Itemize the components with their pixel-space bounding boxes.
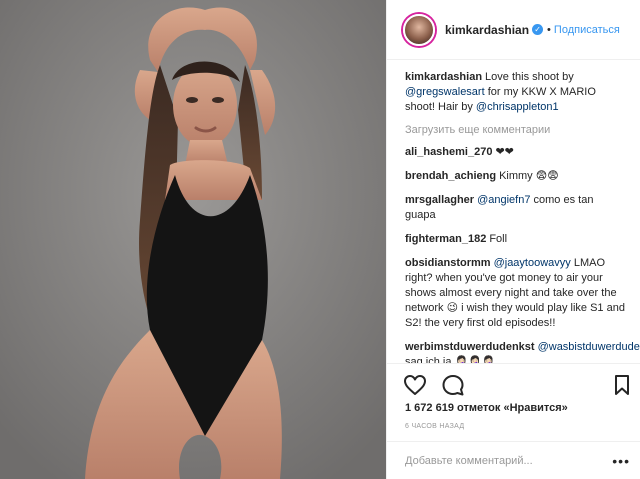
follow-button[interactable]: Подписаться (554, 24, 620, 36)
comment-item: brendah_achieng Kimmy 😨😨 (405, 169, 626, 184)
comment-username[interactable]: brendah_achieng (405, 170, 496, 182)
comment-item: werbimstduwerdudenkst@wasbistduwerdudenk… (405, 340, 640, 363)
add-comment-bar: ••• (387, 441, 640, 479)
comment-item: kimkardashian Love this shoot by @gregswa… (405, 70, 626, 115)
verified-badge-icon: ✓ (532, 24, 544, 35)
comment-username[interactable]: mrsgallagher (405, 194, 474, 206)
comment-item: mrsgallagher @angiefn7 como es tan guapa (405, 193, 626, 223)
portrait-photo (0, 0, 386, 479)
comment-username[interactable]: obsidianstormm (405, 257, 491, 269)
comment-mention-link[interactable]: @angiefn7 (477, 194, 530, 206)
avatar[interactable] (403, 13, 435, 46)
comment-username[interactable]: fighterman_182 (405, 233, 486, 245)
comment-username[interactable]: werbimstduwerdudenkst (405, 341, 535, 353)
comment-icon[interactable] (441, 373, 465, 397)
comment-mention-link[interactable]: @jaaytoowavyy (494, 257, 571, 269)
post-header: kimkardashian ✓ • Подписаться (387, 0, 640, 60)
load-more-comments-link[interactable]: Загрузить еще комментарии (405, 124, 626, 136)
bookmark-icon[interactable] (610, 373, 634, 397)
comment-item: obsidianstormm @jaaytoowavyy LMAO right? … (405, 256, 626, 331)
heart-icon[interactable] (403, 373, 427, 397)
comment-username[interactable]: ali_hashemi_270 (405, 146, 492, 158)
comment-mention-link[interactable]: @gregswalesart (405, 86, 485, 98)
comment-text: Love this shoot by (485, 71, 574, 83)
more-options-button[interactable]: ••• (612, 454, 630, 468)
likes-count[interactable]: 1 672 619 отметок «Нравится» (405, 402, 568, 414)
post-timestamp: 6 ЧАСОВ НАЗАД (405, 423, 465, 430)
comment-input[interactable] (405, 454, 607, 467)
post-side-panel: kimkardashian ✓ • Подписаться kimkardash… (386, 0, 640, 479)
comment-item: ali_hashemi_270 ❤❤ (405, 145, 626, 160)
comments-list[interactable]: kimkardashian Love this shoot by @gregswa… (387, 61, 640, 363)
comment-text: Kimmy 😨😨 (499, 170, 559, 182)
comment-username[interactable]: kimkardashian (405, 71, 482, 83)
author-username[interactable]: kimkardashian (445, 23, 529, 37)
post-photo[interactable] (0, 0, 386, 479)
comment-text: ❤❤ (495, 146, 514, 158)
comment-mention-link[interactable]: @wasbistduwerdudenkst (538, 341, 640, 353)
comment-mention-link[interactable]: @chrisappleton1 (476, 101, 559, 113)
comment-text: sag ich ja 🤦🏻‍♀️🤦🏻‍♀️🤦🏻‍♀️ (405, 356, 496, 363)
comment-text: Foll (489, 233, 508, 245)
comment-item: fighterman_182 Foll (405, 232, 626, 247)
separator-dot: • (547, 23, 551, 36)
action-bar (387, 363, 640, 403)
